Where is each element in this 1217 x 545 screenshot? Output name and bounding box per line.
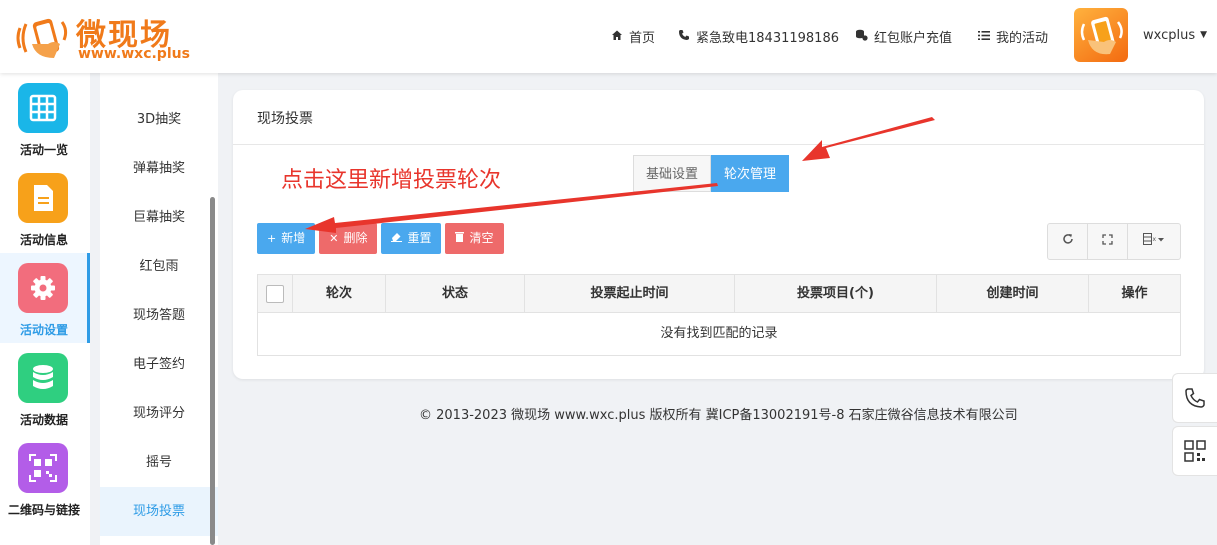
sub-item-draw[interactable]: 摇号 [100, 438, 218, 487]
column-header-status[interactable]: 状态 [386, 275, 525, 313]
float-qrcode-button[interactable] [1172, 426, 1217, 476]
annotation-text: 点击这里新增投票轮次 [281, 168, 502, 193]
fullscreen-icon [1102, 234, 1113, 245]
user-menu[interactable]: wxcplus ▼ [1143, 0, 1207, 70]
list-icon [978, 30, 990, 44]
empty-state: 没有找到匹配的记录 [660, 326, 778, 341]
trash-icon [455, 223, 465, 254]
eraser-icon [391, 223, 403, 254]
tab-basic-settings[interactable]: 基础设置 [633, 155, 712, 192]
add-button-label: 新增 [281, 231, 306, 245]
nav-emergency-label: 紧急致电18431198186 [696, 31, 839, 46]
sub-item-danmaku-lottery[interactable]: 弹幕抽奖 [100, 144, 218, 193]
gear-icon [18, 263, 68, 313]
nav-home[interactable]: 首页 [611, 0, 655, 73]
rail-item-label: 活动信息 [19, 233, 68, 247]
sub-item-quiz[interactable]: 现场答题 [100, 291, 218, 340]
nav-emergency-call[interactable]: 紧急致电18431198186 [678, 0, 839, 73]
page-title: 现场投票 [257, 111, 313, 127]
reset-button-label: 重置 [407, 231, 432, 245]
close-icon: ✕ [329, 232, 339, 245]
logo-hand-icon [16, 18, 68, 58]
sub-item-screen-lottery[interactable]: 巨幕抽奖 [100, 193, 218, 242]
columns-icon: x [1143, 233, 1164, 245]
rail-item-data[interactable]: 活动数据 [0, 343, 90, 433]
nav-recharge[interactable]: 红包账户充值 [855, 0, 952, 73]
avatar[interactable] [1074, 8, 1128, 62]
submenu-scrollbar[interactable] [210, 197, 215, 545]
database-icon [18, 353, 68, 403]
sub-item-red-packet-rain[interactable]: 红包雨 [100, 242, 218, 291]
caret-down-icon: ▼ [1200, 30, 1208, 40]
rail-item-overview[interactable]: 活动一览 [0, 73, 90, 163]
grid-icon [18, 83, 68, 133]
qrcode-outline-icon [1184, 440, 1206, 462]
select-all-checkbox[interactable] [266, 284, 284, 303]
rail-item-qrcode[interactable]: 二维码与链接 [0, 433, 90, 523]
column-header-item-count[interactable]: 投票项目(个) [735, 275, 937, 313]
rail-item-label: 二维码与链接 [7, 503, 80, 517]
primary-sidebar: 活动一览 活动信息 活动设置 活动数据 二维码与链接 [0, 73, 90, 545]
sub-item-voting[interactable]: 现场投票 [100, 487, 218, 536]
table-header: 轮次 状态 投票起止时间 投票项目(个) 创建时间 操作 [258, 275, 1180, 313]
document-icon [18, 173, 68, 223]
top-bar: 微现场 www.wxc.plus 首页 紧急致电18431198186 红包账户… [0, 0, 1217, 73]
float-phone-button[interactable] [1172, 373, 1217, 423]
sub-item-scoring[interactable]: 现场评分 [100, 389, 218, 438]
table-tools: x [1047, 223, 1181, 260]
site-logo[interactable]: 微现场 www.wxc.plus [12, 8, 192, 64]
add-button[interactable]: + 新增 [257, 223, 316, 254]
qrcode-icon [18, 443, 68, 493]
tab-bar: 基础设置 轮次管理 [633, 155, 790, 192]
home-icon [611, 29, 623, 44]
copyright-text: © 2013-2023 微现场 www.wxc.plus 版权所有 冀ICP备1… [419, 408, 1018, 423]
phone-icon [678, 29, 690, 44]
clear-button[interactable]: 清空 [445, 223, 504, 254]
table-toolbar: + 新增 ✕ 删除 重置 清空 [257, 223, 508, 254]
rail-item-label: 活动设置 [19, 323, 68, 337]
nav-my-activities-label: 我的活动 [996, 31, 1049, 46]
divider [233, 144, 1204, 145]
coins-icon [855, 29, 868, 44]
fullscreen-button[interactable] [1088, 224, 1128, 259]
column-header-created[interactable]: 创建时间 [937, 275, 1089, 313]
delete-button-label: 删除 [343, 231, 368, 245]
rail-item-label: 活动一览 [19, 143, 68, 157]
columns-toggle-button[interactable]: x [1128, 224, 1180, 259]
column-header-round[interactable]: 轮次 [293, 275, 386, 313]
refresh-button[interactable] [1048, 224, 1088, 259]
nav-my-activities[interactable]: 我的活动 [978, 0, 1048, 73]
reset-button[interactable]: 重置 [381, 223, 442, 254]
rail-item-label: 活动数据 [19, 413, 68, 427]
secondary-sidebar: 3D抽奖 弹幕抽奖 巨幕抽奖 红包雨 现场答题 电子签约 现场评分 摇号 现场投… [100, 73, 218, 545]
phone-outline-icon [1185, 388, 1205, 408]
brand-domain: www.wxc.plus [78, 46, 190, 62]
rail-item-info[interactable]: 活动信息 [0, 163, 90, 253]
main-panel: 现场投票 点击这里新增投票轮次 基础设置 轮次管理 + 新增 ✕ 删除 重置 清… [233, 90, 1204, 379]
plus-icon: + [267, 232, 277, 245]
svg-text:x: x [1153, 236, 1157, 243]
tab-round-management[interactable]: 轮次管理 [711, 155, 790, 192]
rail-item-settings[interactable]: 活动设置 [0, 253, 90, 343]
sub-item-e-sign[interactable]: 电子签约 [100, 340, 218, 389]
column-header-actions: 操作 [1121, 286, 1148, 301]
sub-item-3d-lottery[interactable]: 3D抽奖 [100, 95, 218, 144]
nav-recharge-label: 红包账户充值 [874, 31, 953, 46]
refresh-icon [1062, 234, 1073, 244]
clear-button-label: 清空 [469, 231, 494, 245]
username: wxcplus [1143, 27, 1196, 43]
avatar-hand-icon [1080, 16, 1123, 55]
column-header-time-range[interactable]: 投票起止时间 [525, 275, 735, 313]
select-all-cell [258, 275, 293, 313]
delete-button[interactable]: ✕ 删除 [319, 223, 378, 254]
nav-home-label: 首页 [629, 31, 656, 46]
rounds-table: 轮次 状态 投票起止时间 投票项目(个) 创建时间 操作 没有找到匹配的记录 [257, 274, 1181, 356]
